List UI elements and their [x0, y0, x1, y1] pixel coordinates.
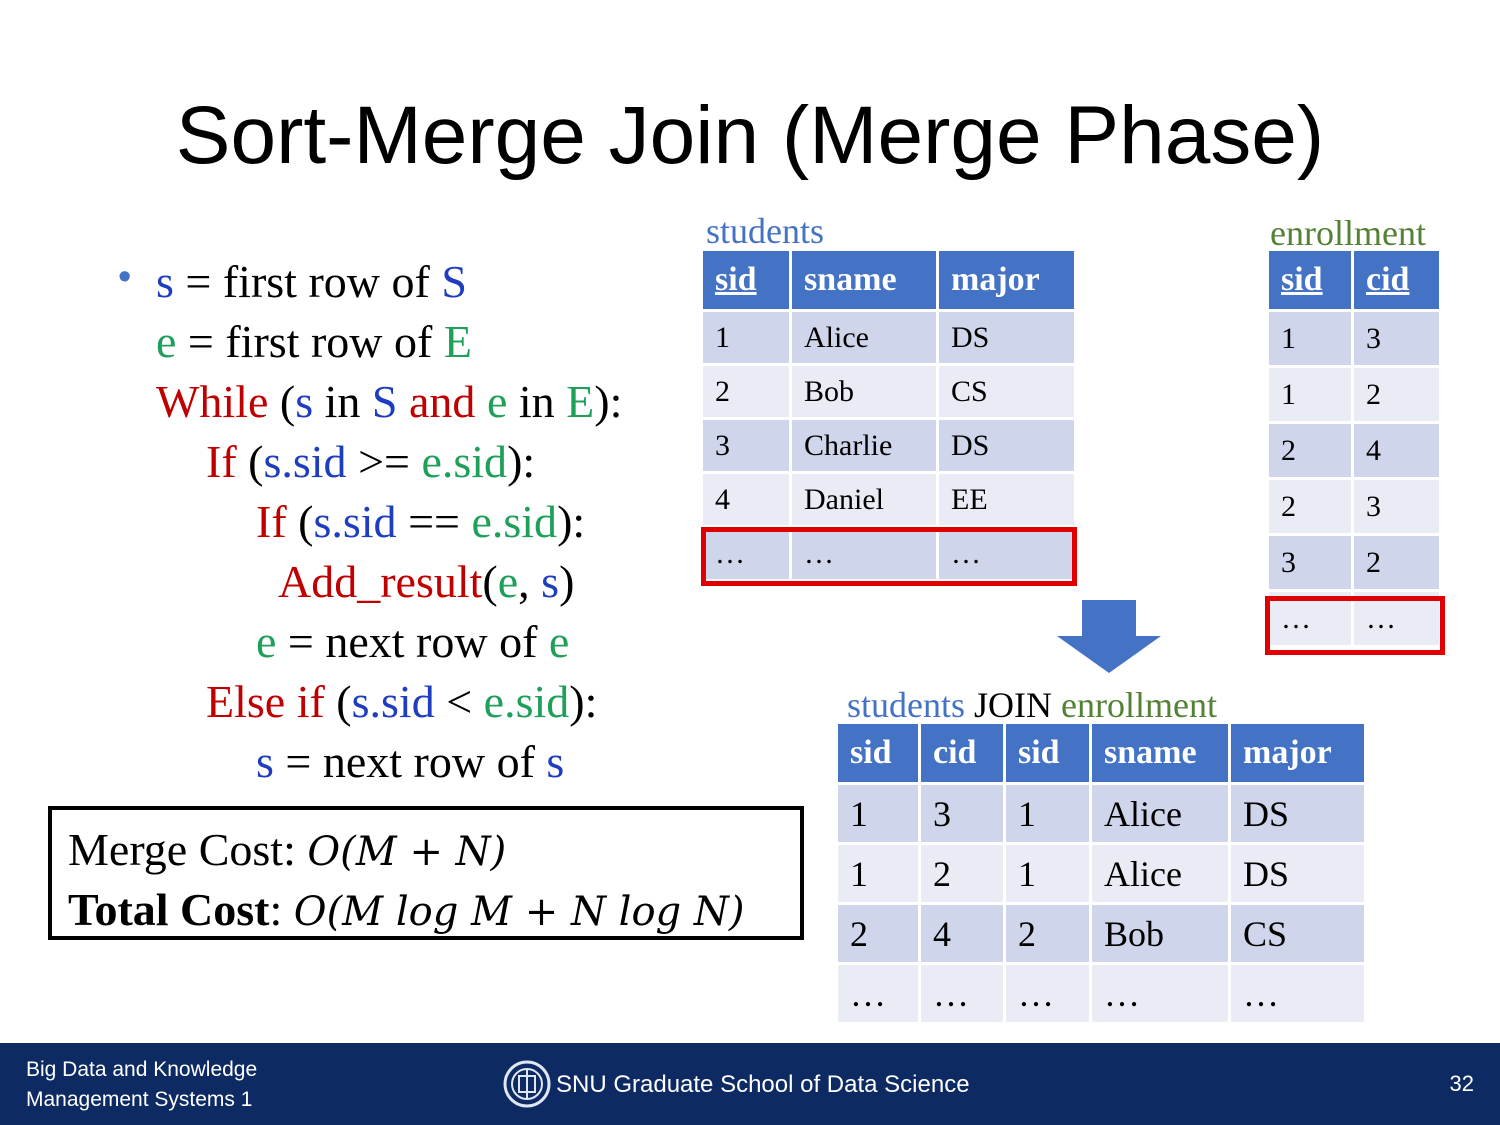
code-line-5: If (s.sid == e.sid):: [256, 496, 586, 547]
table-cell: …: [1231, 965, 1364, 1022]
code-line-9: s = next row of s: [256, 736, 565, 787]
table-cell: …: [838, 965, 918, 1022]
merge-cost: Merge Cost: O(M + N): [68, 824, 507, 875]
slide-title: Sort-Merge Join (Merge Phase): [175, 90, 1325, 181]
snu-emblem-icon: [503, 1060, 551, 1108]
table-cell: 1: [703, 312, 789, 363]
table-cell: DS: [939, 312, 1074, 363]
enrollment-pointer-highlight: [1265, 596, 1445, 655]
table-row: 24: [1269, 424, 1439, 477]
table-cell: DS: [939, 420, 1074, 471]
table-cell: 3: [1354, 312, 1439, 365]
code-line-6: Add_result(e, s): [278, 556, 575, 607]
students-label: students: [706, 211, 825, 251]
table-cell: 3: [1354, 480, 1439, 533]
table-row: 13: [1269, 312, 1439, 365]
table-cell: 4: [1354, 424, 1439, 477]
header-cell: major: [939, 251, 1074, 309]
table-row: ……………: [838, 965, 1364, 1022]
join-label: students JOIN enrollment: [847, 685, 1217, 725]
table-cell: 3: [1269, 536, 1351, 589]
table-cell: DS: [1231, 845, 1364, 902]
header-cell: cid: [921, 724, 1003, 782]
table-cell: 1: [838, 845, 918, 902]
table-row: 1 2 1 Alice DS: [838, 845, 1364, 902]
table-cell: 4: [921, 905, 1003, 962]
table-cell: Alice: [792, 312, 936, 363]
table-cell: 1: [1269, 368, 1351, 421]
header-cell: sname: [1092, 724, 1228, 782]
table-cell: 2: [1269, 480, 1351, 533]
code-line-3: While (s in S and e in E):: [156, 376, 623, 427]
bullet: •: [118, 256, 132, 298]
table-cell: Alice: [1092, 845, 1228, 902]
table-row: 12: [1269, 368, 1439, 421]
header-cell: cid: [1354, 251, 1439, 309]
join-result-table: sid cid sid sname major 1 3 1 Alice DS 1 2 1 Al…: [835, 721, 1367, 1025]
table-cell: Bob: [792, 366, 936, 417]
total-cost: Total Cost: O(M log M + N log N): [68, 884, 745, 935]
table-cell: 3: [703, 420, 789, 471]
table-cell: CS: [939, 366, 1074, 417]
table-cell: 2: [1354, 536, 1439, 589]
header-cell: sname: [792, 251, 936, 309]
table-row: 23: [1269, 480, 1439, 533]
table-cell: 2: [838, 905, 918, 962]
header-cell: sid: [1006, 724, 1089, 782]
cost-box: Merge Cost: O(M + N) Total Cost: O(M log…: [48, 806, 804, 940]
table-cell: …: [1092, 965, 1228, 1022]
course-name: Big Data and Knowledge Management System…: [26, 1058, 258, 1111]
header-cell: sid: [703, 251, 789, 309]
table-cell: Bob: [1092, 905, 1228, 962]
page-number: 32: [1449, 1071, 1474, 1096]
table-row: 32: [1269, 536, 1439, 589]
table-cell: 3: [921, 785, 1003, 842]
table-cell: …: [921, 965, 1003, 1022]
code-line-1: s = first row of S: [156, 256, 467, 307]
table-cell: …: [1006, 965, 1089, 1022]
header-cell: major: [1231, 724, 1364, 782]
table-cell: 2: [1269, 424, 1351, 477]
enrollment-table: sid cid 13 12 24 23 32 ……: [1266, 248, 1442, 648]
table-row: 2 Bob CS: [703, 366, 1074, 417]
header-cell: sid: [1269, 251, 1351, 309]
table-cell: 1: [1269, 312, 1351, 365]
table-cell: 2: [703, 366, 789, 417]
code-line-4: If (s.sid >= e.sid):: [206, 436, 536, 487]
table-cell: DS: [1231, 785, 1364, 842]
code-line-8: Else if (s.sid < e.sid):: [206, 676, 598, 727]
table-cell: 1: [838, 785, 918, 842]
table-cell: CS: [1231, 905, 1364, 962]
table-cell: 4: [703, 474, 789, 525]
table-cell: 1: [1006, 845, 1089, 902]
header-cell: sid: [838, 724, 918, 782]
school-name: SNU Graduate School of Data Science: [556, 1071, 970, 1098]
table-row: 4 Daniel EE: [703, 474, 1074, 525]
table-cell: 2: [921, 845, 1003, 902]
table-cell: 1: [1006, 785, 1089, 842]
students-pointer-highlight: [701, 527, 1077, 586]
table-cell: 2: [1006, 905, 1089, 962]
footer-bar: Big Data and Knowledge Management System…: [0, 1043, 1500, 1125]
table-cell: Daniel: [792, 474, 936, 525]
code-line-2: e = first row of E: [156, 316, 472, 367]
table-cell: 2: [1354, 368, 1439, 421]
table-cell: Alice: [1092, 785, 1228, 842]
table-cell: Charlie: [792, 420, 936, 471]
down-arrow-icon: [1057, 600, 1161, 673]
code-line-7: e = next row of e: [256, 616, 570, 667]
enrollment-label: enrollment: [1270, 213, 1426, 253]
table-row: 1 3 1 Alice DS: [838, 785, 1364, 842]
table-row: 3 Charlie DS: [703, 420, 1074, 471]
table-cell: EE: [939, 474, 1074, 525]
table-row: 2 4 2 Bob CS: [838, 905, 1364, 962]
table-row: 1 Alice DS: [703, 312, 1074, 363]
